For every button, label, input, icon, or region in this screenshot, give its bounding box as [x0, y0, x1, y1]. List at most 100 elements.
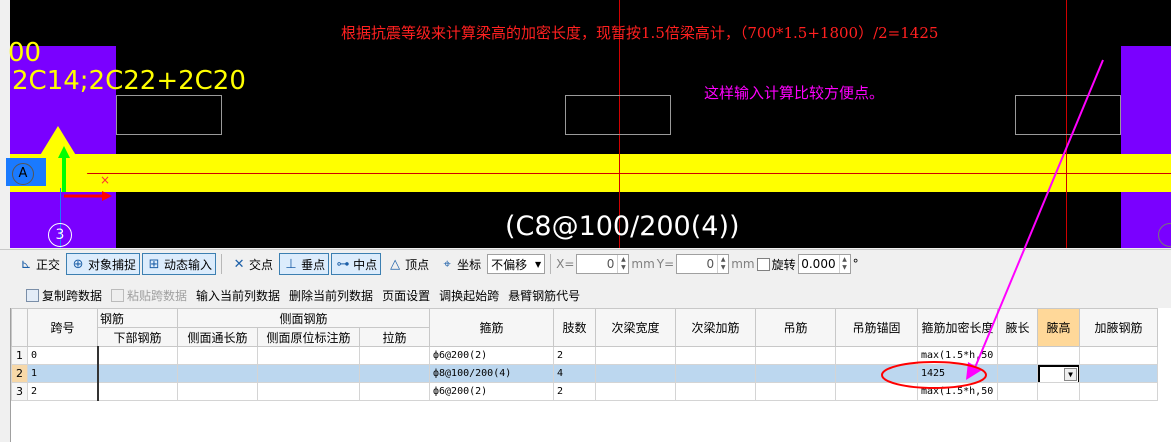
- cell-side-in-situ[interactable]: [257, 346, 360, 365]
- orthogonal-icon: ⊾: [20, 256, 32, 272]
- cell-haunch-rebar[interactable]: [1079, 382, 1158, 401]
- y-input[interactable]: 0 ▲ ▼: [676, 254, 730, 274]
- chevron-down-icon[interactable]: ▼: [1064, 368, 1077, 381]
- cell-densify-length[interactable]: max(1.5*h,50: [917, 382, 998, 401]
- cell-haunch-length[interactable]: [997, 346, 1038, 365]
- header-hanger-anchor[interactable]: 吊筋锚固: [835, 308, 918, 347]
- header-stirrup[interactable]: 箍筋: [429, 308, 554, 347]
- header-hanger[interactable]: 吊筋: [755, 308, 836, 347]
- cell-side-through[interactable]: [177, 364, 258, 383]
- cell-span-no[interactable]: 0: [27, 346, 99, 365]
- cell-haunch-length[interactable]: [997, 364, 1038, 383]
- cell-haunch-height[interactable]: [1037, 382, 1080, 401]
- row-index[interactable]: 1: [11, 346, 28, 365]
- header-span-no[interactable]: 跨号: [27, 308, 98, 347]
- header-tie[interactable]: 拉筋: [359, 327, 430, 347]
- table-row[interactable]: 1 0 ф6@200(2) 2 max(1.5*h,50: [11, 346, 1158, 365]
- cell-haunch-rebar[interactable]: [1079, 346, 1158, 365]
- header-densify-length[interactable]: 箍筋加密长度: [917, 308, 998, 347]
- cell-hanger-anchor[interactable]: [835, 364, 918, 383]
- cell-secondary-width[interactable]: [595, 364, 676, 383]
- header-haunch-length[interactable]: 腋长: [997, 308, 1038, 347]
- cell-span-no[interactable]: 2: [27, 382, 99, 401]
- intersection-snap-button[interactable]: ✕ 交点: [227, 253, 277, 275]
- cell-tie[interactable]: [359, 346, 430, 365]
- cell-stirrup[interactable]: ф6@200(2): [429, 382, 554, 401]
- cell-secondary-add[interactable]: [675, 346, 756, 365]
- header-side-in-situ[interactable]: 侧面原位标注筋: [257, 327, 360, 347]
- axis-marker-3: 3: [48, 223, 72, 247]
- span-data-grid[interactable]: 跨号 钢筋 侧面钢筋 箍筋 肢数 次梁宽度 次梁加筋 吊筋 吊筋锚固 箍筋加密长…: [10, 308, 1171, 442]
- row-index[interactable]: 2: [11, 364, 28, 383]
- offset-select[interactable]: 不偏移 ▼: [487, 254, 546, 274]
- page-setup-button[interactable]: 页面设置: [382, 287, 430, 304]
- dynamic-input-button[interactable]: ⊞ 动态输入: [142, 253, 217, 275]
- rotate-input[interactable]: 0.000 ▲ ▼: [797, 254, 851, 274]
- cell-tie[interactable]: [359, 382, 430, 401]
- cell-densify-length[interactable]: 1425: [917, 364, 998, 383]
- y-spinner-icon[interactable]: ▲ ▼: [717, 255, 728, 273]
- header-haunch-height[interactable]: 腋高: [1037, 308, 1080, 347]
- header-bottom-rebar[interactable]: 下部钢筋: [97, 327, 178, 347]
- cell-stirrup[interactable]: ф6@200(2): [429, 346, 554, 365]
- header-side-through[interactable]: 侧面通长筋: [177, 327, 258, 347]
- cell-bottom-rebar[interactable]: [97, 346, 178, 365]
- cad-drawing-canvas[interactable]: 00 2C14;2C22+2C20 (C8@100/200(4)) 根据抗震等级…: [0, 0, 1171, 248]
- paste-span-button[interactable]: 粘贴跨数据: [111, 287, 187, 304]
- x-input[interactable]: 0 ▲ ▼: [576, 254, 630, 274]
- cell-hanger-anchor[interactable]: [835, 346, 918, 365]
- cell-bottom-rebar[interactable]: [97, 382, 178, 401]
- cell-span-no[interactable]: 1: [27, 364, 99, 383]
- coordinate-icon: ⌖: [443, 256, 451, 272]
- header-haunch-rebar[interactable]: 加腋钢筋: [1079, 308, 1158, 347]
- table-row-selected[interactable]: 2 1 ф8@100/200(4) 4 1425 ▼: [11, 364, 1158, 383]
- vertex-snap-button[interactable]: △ 顶点: [383, 253, 433, 275]
- dynamic-input-icon: ⊞: [148, 256, 160, 272]
- cell-hanger[interactable]: [755, 346, 836, 365]
- input-column-button[interactable]: 输入当前列数据: [196, 287, 280, 304]
- cell-bottom-rebar[interactable]: [97, 364, 178, 383]
- cell-secondary-add[interactable]: [675, 364, 756, 383]
- cell-haunch-height-editor[interactable]: ▼: [1037, 364, 1080, 383]
- cell-stirrup[interactable]: ф8@100/200(4): [429, 364, 554, 383]
- swap-start-button[interactable]: 调换起始跨: [439, 287, 499, 304]
- cell-legs[interactable]: 2: [553, 382, 596, 401]
- cell-secondary-width[interactable]: [595, 382, 676, 401]
- header-rebar-group[interactable]: 钢筋: [97, 308, 178, 328]
- cell-haunch-height[interactable]: [1037, 346, 1080, 365]
- row-index[interactable]: 3: [11, 382, 28, 401]
- cell-side-through[interactable]: [177, 382, 258, 401]
- cell-secondary-width[interactable]: [595, 346, 676, 365]
- coordinate-snap-button[interactable]: ⌖ 坐标: [435, 253, 485, 275]
- cell-hanger-anchor[interactable]: [835, 382, 918, 401]
- copy-span-button[interactable]: 复制跨数据: [26, 287, 102, 304]
- object-snap-button[interactable]: ⊕ 对象捕捉: [66, 253, 141, 275]
- cell-side-in-situ[interactable]: [257, 382, 360, 401]
- midpoint-snap-button[interactable]: ⊶ 中点: [331, 253, 382, 275]
- table-row[interactable]: 3 2 ф6@200(2) 2 max(1.5*h,50: [11, 382, 1158, 401]
- delete-column-button[interactable]: 删除当前列数据: [289, 287, 373, 304]
- rotate-checkbox[interactable]: [756, 257, 770, 271]
- cell-legs[interactable]: 2: [553, 346, 596, 365]
- cell-hanger[interactable]: [755, 364, 836, 383]
- cell-hanger[interactable]: [755, 382, 836, 401]
- degree-symbol: °: [852, 257, 859, 271]
- rotate-spinner-icon[interactable]: ▲ ▼: [838, 255, 850, 273]
- perpendicular-snap-button[interactable]: ⊥ 垂点: [279, 253, 330, 275]
- cell-side-in-situ[interactable]: [257, 364, 360, 383]
- cell-tie[interactable]: [359, 364, 430, 383]
- orthogonal-button[interactable]: ⊾ 正交: [14, 253, 64, 275]
- header-side-rebar[interactable]: 侧面钢筋: [177, 308, 430, 328]
- header-secondary-add[interactable]: 次梁加筋: [675, 308, 756, 347]
- header-legs[interactable]: 肢数: [553, 308, 596, 347]
- header-secondary-width[interactable]: 次梁宽度: [595, 308, 676, 347]
- cell-haunch-rebar[interactable]: [1079, 364, 1158, 383]
- cell-legs[interactable]: 4: [553, 364, 596, 383]
- cell-side-through[interactable]: [177, 346, 258, 365]
- cell-secondary-add[interactable]: [675, 382, 756, 401]
- cantilever-code-button[interactable]: 悬臂钢筋代号: [508, 287, 580, 304]
- cell-densify-length[interactable]: max(1.5*h,50: [917, 346, 998, 365]
- x-spinner-icon[interactable]: ▲ ▼: [617, 255, 628, 273]
- cell-haunch-length[interactable]: [997, 382, 1038, 401]
- haunch-height-dropdown[interactable]: ▼: [1038, 365, 1079, 382]
